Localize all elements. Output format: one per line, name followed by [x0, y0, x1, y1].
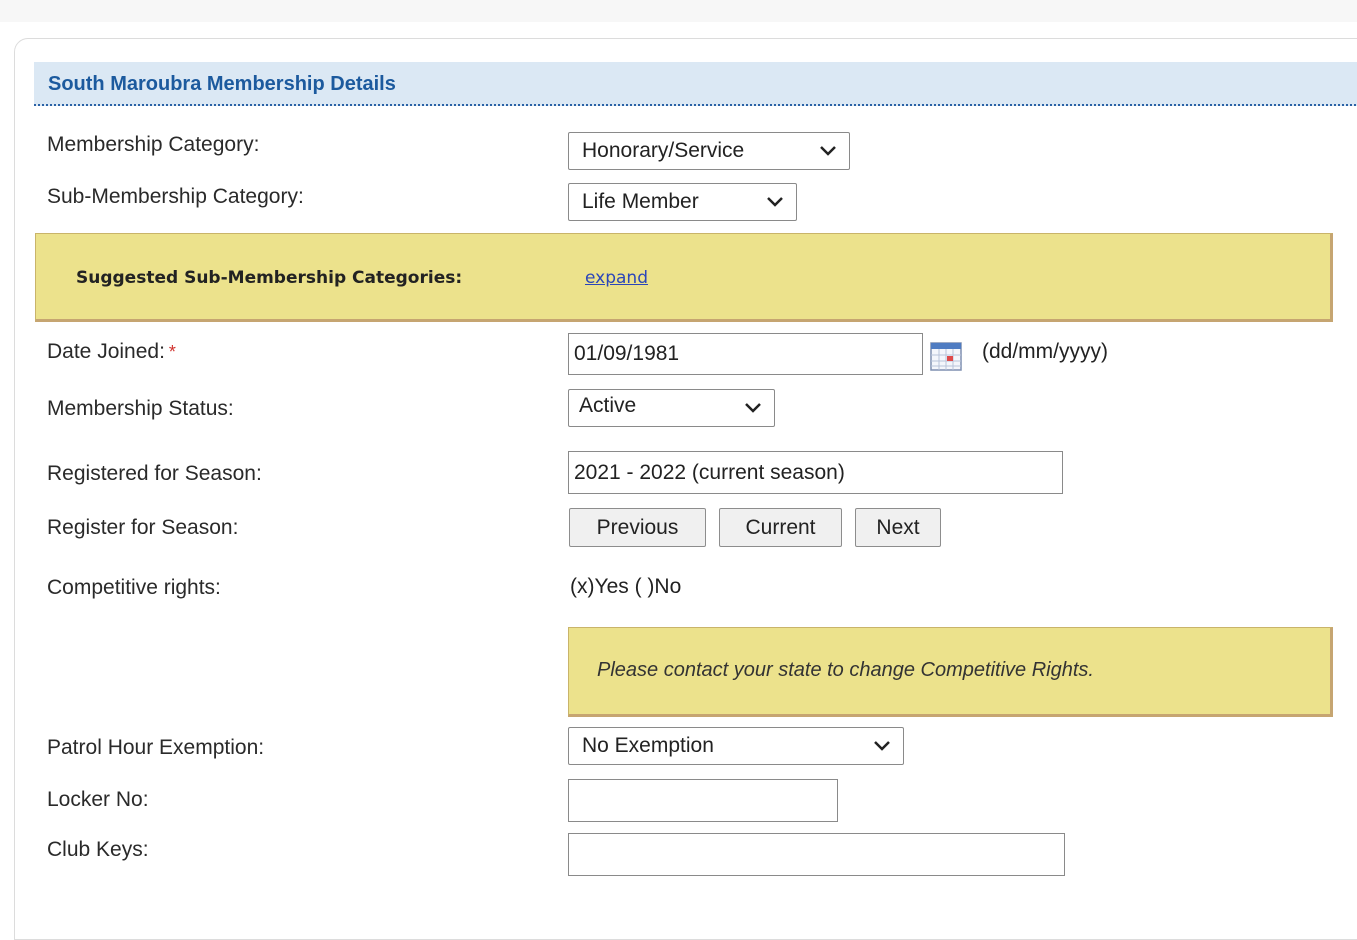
locker-no-label: Locker No: — [47, 788, 149, 811]
patrol-hour-exemption-select[interactable]: No Exemption — [568, 727, 904, 765]
patrol-hour-exemption-label: Patrol Hour Exemption: — [47, 736, 265, 759]
registered-season-value: 2021 - 2022 (current season) — [574, 460, 845, 484]
chevron-down-icon — [766, 184, 784, 220]
patrol-hour-exemption-value: No Exemption — [582, 734, 714, 757]
date-joined-value: 01/09/1981 — [574, 342, 680, 365]
sub-membership-category-label: Sub-Membership Category: — [47, 185, 304, 208]
membership-category-label: Membership Category: — [47, 133, 260, 156]
membership-category-select[interactable]: Honorary/Service — [568, 132, 850, 170]
section-header: South Maroubra Membership Details — [34, 62, 1357, 106]
suggested-categories-box: Suggested Sub-Membership Categories: exp… — [35, 233, 1333, 322]
competitive-rights-notice-text: Please contact your state to change Comp… — [597, 659, 1094, 681]
sub-membership-category-select[interactable]: Life Member — [568, 183, 797, 221]
locker-no-input[interactable] — [568, 779, 838, 822]
current-season-button[interactable]: Current — [719, 508, 842, 547]
chevron-down-icon — [744, 390, 762, 426]
registered-season-label: Registered for Season: — [47, 462, 262, 485]
registered-season-field: 2021 - 2022 (current season) — [568, 451, 1063, 494]
section-title: South Maroubra Membership Details — [48, 73, 396, 95]
competitive-rights-notice: Please contact your state to change Comp… — [568, 627, 1333, 717]
membership-status-select[interactable]: Active — [568, 389, 775, 427]
previous-season-button[interactable]: Previous — [569, 508, 706, 547]
required-marker: * — [168, 342, 176, 362]
date-joined-label: Date Joined: * — [47, 340, 176, 364]
club-keys-label: Club Keys: — [47, 838, 149, 861]
sub-membership-category-value: Life Member — [582, 190, 699, 213]
suggested-categories-label: Suggested Sub-Membership Categories: — [76, 268, 463, 288]
membership-category-value: Honorary/Service — [582, 139, 745, 162]
date-format-hint: (dd/mm/yyyy) — [982, 340, 1108, 363]
membership-status-label: Membership Status: — [47, 397, 234, 420]
calendar-icon[interactable] — [930, 340, 962, 372]
top-band — [0, 0, 1357, 22]
next-season-button[interactable]: Next — [855, 508, 941, 547]
membership-status-value: Active — [579, 394, 637, 417]
club-keys-input[interactable] — [568, 833, 1065, 876]
chevron-down-icon — [873, 728, 891, 764]
competitive-rights-value: (x)Yes ( )No — [570, 575, 682, 598]
competitive-rights-label: Competitive rights: — [47, 576, 221, 599]
date-joined-label-text: Date Joined: — [47, 340, 165, 363]
register-season-label: Register for Season: — [47, 516, 239, 539]
expand-link[interactable]: expand — [585, 268, 648, 288]
chevron-down-icon — [819, 133, 837, 169]
date-joined-input[interactable]: 01/09/1981 — [568, 333, 923, 375]
